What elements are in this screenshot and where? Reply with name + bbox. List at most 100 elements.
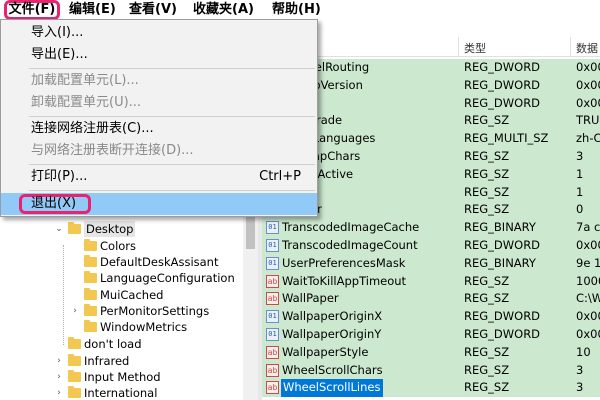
value-row[interactable]: ab WheelScrollChars REG_SZ 3 <box>262 361 600 380</box>
tree-item-label: PerMonitorSettings <box>100 304 210 318</box>
value-name: WallpaperOriginX <box>282 309 383 324</box>
value-data: 0x00 <box>576 95 600 110</box>
string-value-icon: ab <box>266 381 279 395</box>
tree-item-label: WindowMetrics <box>100 320 188 334</box>
value-type: REG_SZ <box>464 184 510 199</box>
value-row[interactable]: abWaitToKillAppTimeout REG_SZ 1000 <box>262 272 600 291</box>
chevron-right-icon[interactable]: › <box>54 385 64 400</box>
value-name: WheelScrollLines <box>281 379 383 398</box>
menu-item-label: 与网络注册表断开连接(D)... <box>31 143 194 158</box>
value-type: REG_BINARY <box>464 220 536 235</box>
menu-item-export[interactable]: 导出(E)... <box>1 44 317 66</box>
column-data-header[interactable]: 数据 <box>576 40 598 56</box>
menu-item-label: 打印(P)... <box>31 169 88 184</box>
tree-item-label: Colors <box>100 239 137 253</box>
tree-item-muicached[interactable]: MuiCached <box>0 287 240 303</box>
tree-item-desktop[interactable]: ⌄ Desktop <box>0 221 240 237</box>
value-type: REG_DWORD <box>464 327 541 341</box>
tree-item-languageconfiguration[interactable]: LanguageConfiguration <box>0 270 240 286</box>
value-type: REG_DWORD <box>464 309 541 324</box>
menu-item-label: 退出(X) <box>31 196 77 211</box>
binary-value-icon: 01 <box>266 239 279 252</box>
string-value-icon: ab <box>266 292 279 306</box>
value-name: WallPaper <box>282 291 339 306</box>
value-data: 3 <box>576 149 584 163</box>
tree-item-infrared[interactable]: › Infrared <box>0 353 240 369</box>
tree-item-permonitorsettings[interactable]: › PerMonitorSettings <box>0 303 240 319</box>
menu-item-label: 连接网络注册表(C)... <box>31 121 154 136</box>
folder-icon <box>84 271 97 283</box>
value-name: WheelScrollChars <box>282 362 383 377</box>
menu-help[interactable]: 帮助(H) <box>272 0 321 19</box>
value-row[interactable]: ab WallPaper REG_SZ C:\W <box>262 290 600 309</box>
tree-item-international[interactable]: › International <box>0 385 240 400</box>
folder-icon <box>68 222 81 234</box>
menu-item-connect-network-registry[interactable]: 连接网络注册表(C)... <box>1 118 317 140</box>
value-type: REG_SZ <box>464 344 510 359</box>
value-data: 7a c3 <box>576 220 600 235</box>
column-separator[interactable] <box>570 37 571 57</box>
value-data: zh-C <box>576 131 600 146</box>
value-data: 0 <box>576 202 584 217</box>
binary-value-icon: 01 <box>266 256 279 270</box>
value-type: REG_SZ <box>464 380 510 395</box>
tree-item-input-method[interactable]: › Input Method <box>0 369 240 385</box>
value-data: 3 <box>576 362 584 377</box>
value-type: REG_SZ <box>464 291 510 306</box>
value-row[interactable]: ab WallpaperStyle REG_SZ 10 <box>262 343 600 362</box>
value-row[interactable]: 01TranscodedImageCount REG_DWORD 0x00 <box>262 237 600 255</box>
value-data: 9e 1 <box>576 255 600 270</box>
menu-file[interactable]: 文件(F) <box>4 0 60 20</box>
menu-item-unload-hive: 卸载配置单元(U)... <box>1 92 317 114</box>
value-type: REG_DWORD <box>464 60 541 74</box>
value-type: REG_DWORD <box>464 77 541 92</box>
menu-item-exit[interactable]: 退出(X) <box>1 193 317 215</box>
value-type: REG_SZ <box>464 113 510 128</box>
tree-item-label: DefaultDeskAssisant <box>100 255 219 269</box>
chevron-down-icon[interactable]: ⌄ <box>54 221 64 237</box>
value-data: C:\W <box>576 291 600 306</box>
value-type: REG_SZ <box>464 149 510 163</box>
tree-item-defaultdeskassisant[interactable]: DefaultDeskAssisant <box>0 254 240 270</box>
value-data: 0x00 <box>576 77 600 92</box>
chevron-right-icon[interactable]: › <box>54 353 64 369</box>
binary-value-icon: 01 <box>266 310 279 324</box>
chevron-right-icon[interactable]: › <box>70 303 80 319</box>
folder-icon <box>68 386 81 398</box>
value-row[interactable]: ab WheelScrollLines REG_SZ 3 <box>262 379 600 398</box>
value-type: REG_SZ <box>464 273 510 288</box>
folder-icon <box>84 304 97 316</box>
value-data: 0x00 <box>576 60 600 74</box>
value-name: TranscodedImageCount <box>282 238 418 252</box>
binary-value-icon: 01 <box>266 328 279 341</box>
column-separator[interactable] <box>458 37 459 57</box>
tree-item-dont-load[interactable]: don't load <box>0 336 240 352</box>
folder-icon <box>84 320 97 332</box>
value-data: 0x00 <box>576 238 600 252</box>
folder-icon <box>84 239 97 251</box>
tree-item-colors[interactable]: Colors <box>0 238 240 254</box>
column-type-header[interactable]: 类型 <box>464 40 486 56</box>
value-row[interactable]: 01WallpaperOriginY REG_DWORD 0x00 <box>262 326 600 344</box>
tree-item-windowmetrics[interactable]: WindowMetrics <box>0 319 240 335</box>
value-type: REG_BINARY <box>464 255 536 270</box>
value-data: 1 <box>576 166 584 181</box>
tree-item-label: Infrared <box>84 354 130 368</box>
value-name: WallpaperOriginY <box>282 327 382 341</box>
value-row[interactable]: 01 UserPreferencesMask REG_BINARY 9e 1 <box>262 254 600 273</box>
binary-value-icon: 01 <box>266 221 279 235</box>
value-row[interactable]: 01TranscodedImageCache REG_BINARY 7a c3 <box>262 219 600 237</box>
menu-favorites[interactable]: 收藏夹(A) <box>193 0 254 19</box>
value-type: REG_DWORD <box>464 95 541 110</box>
folder-icon <box>68 370 81 382</box>
chevron-right-icon[interactable]: › <box>54 369 64 385</box>
menu-view[interactable]: 查看(V) <box>129 0 177 19</box>
value-row[interactable]: 01WallpaperOriginX REG_DWORD 0x00 <box>262 308 600 326</box>
menu-item-label: 加载配置单元(L)... <box>31 73 139 88</box>
menu-item-print[interactable]: 打印(P)... Ctrl+P <box>1 166 317 188</box>
menu-separator <box>29 164 315 165</box>
menu-item-import[interactable]: 导入(I)... <box>1 22 317 44</box>
menu-separator <box>29 68 315 69</box>
menu-separator <box>29 190 315 191</box>
menu-edit[interactable]: 编辑(E) <box>69 0 116 19</box>
